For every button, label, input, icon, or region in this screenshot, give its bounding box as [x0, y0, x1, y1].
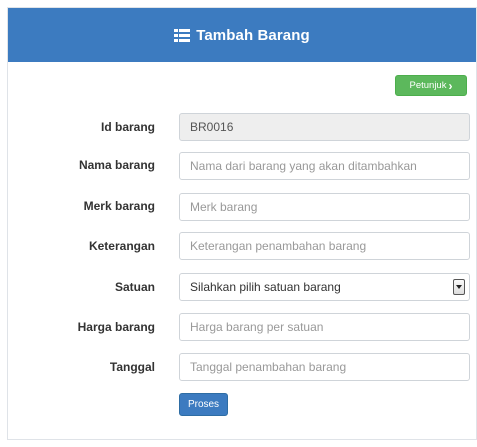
- help-button[interactable]: Petunjuk ›: [395, 75, 467, 96]
- merk-barang-label: Merk barang: [83, 199, 155, 213]
- merk-barang-input[interactable]: Merk barang: [179, 193, 470, 221]
- harga-barang-label: Harga barang: [77, 320, 155, 334]
- nama-barang-input[interactable]: Nama dari barang yang akan ditambahkan: [179, 152, 470, 180]
- satuan-selected-value: Silahkan pilih satuan barang: [190, 280, 341, 294]
- help-button-label: Petunjuk: [409, 80, 447, 91]
- id-barang-label: Id barang: [100, 120, 155, 134]
- nama-barang-placeholder: Nama dari barang yang akan ditambahkan: [190, 159, 417, 173]
- id-barang-value: BR0016: [190, 120, 234, 134]
- harga-barang-input[interactable]: Harga barang per satuan: [179, 313, 470, 341]
- satuan-label: Satuan: [114, 280, 155, 294]
- satuan-select[interactable]: Silahkan pilih satuan barang: [179, 273, 470, 301]
- list-icon: [174, 28, 191, 42]
- chevron-right-icon: ›: [448, 78, 453, 93]
- harga-barang-placeholder: Harga barang per satuan: [190, 320, 324, 334]
- nama-barang-label: Nama barang: [78, 158, 155, 172]
- panel-heading: Tambah Barang: [8, 8, 476, 62]
- dropdown-arrow-icon[interactable]: [453, 279, 465, 295]
- tanggal-input[interactable]: Tanggal penambahan barang: [179, 353, 470, 381]
- id-barang-field: BR0016: [179, 113, 470, 141]
- submit-button[interactable]: Proses: [179, 393, 228, 416]
- tanggal-placeholder: Tanggal penambahan barang: [190, 360, 347, 374]
- keterangan-input[interactable]: Keterangan penambahan barang: [179, 232, 470, 260]
- keterangan-label: Keterangan: [88, 239, 155, 253]
- page-title: Tambah Barang: [196, 26, 310, 44]
- keterangan-placeholder: Keterangan penambahan barang: [190, 239, 367, 253]
- tanggal-label: Tanggal: [109, 360, 155, 374]
- merk-barang-placeholder: Merk barang: [190, 200, 258, 214]
